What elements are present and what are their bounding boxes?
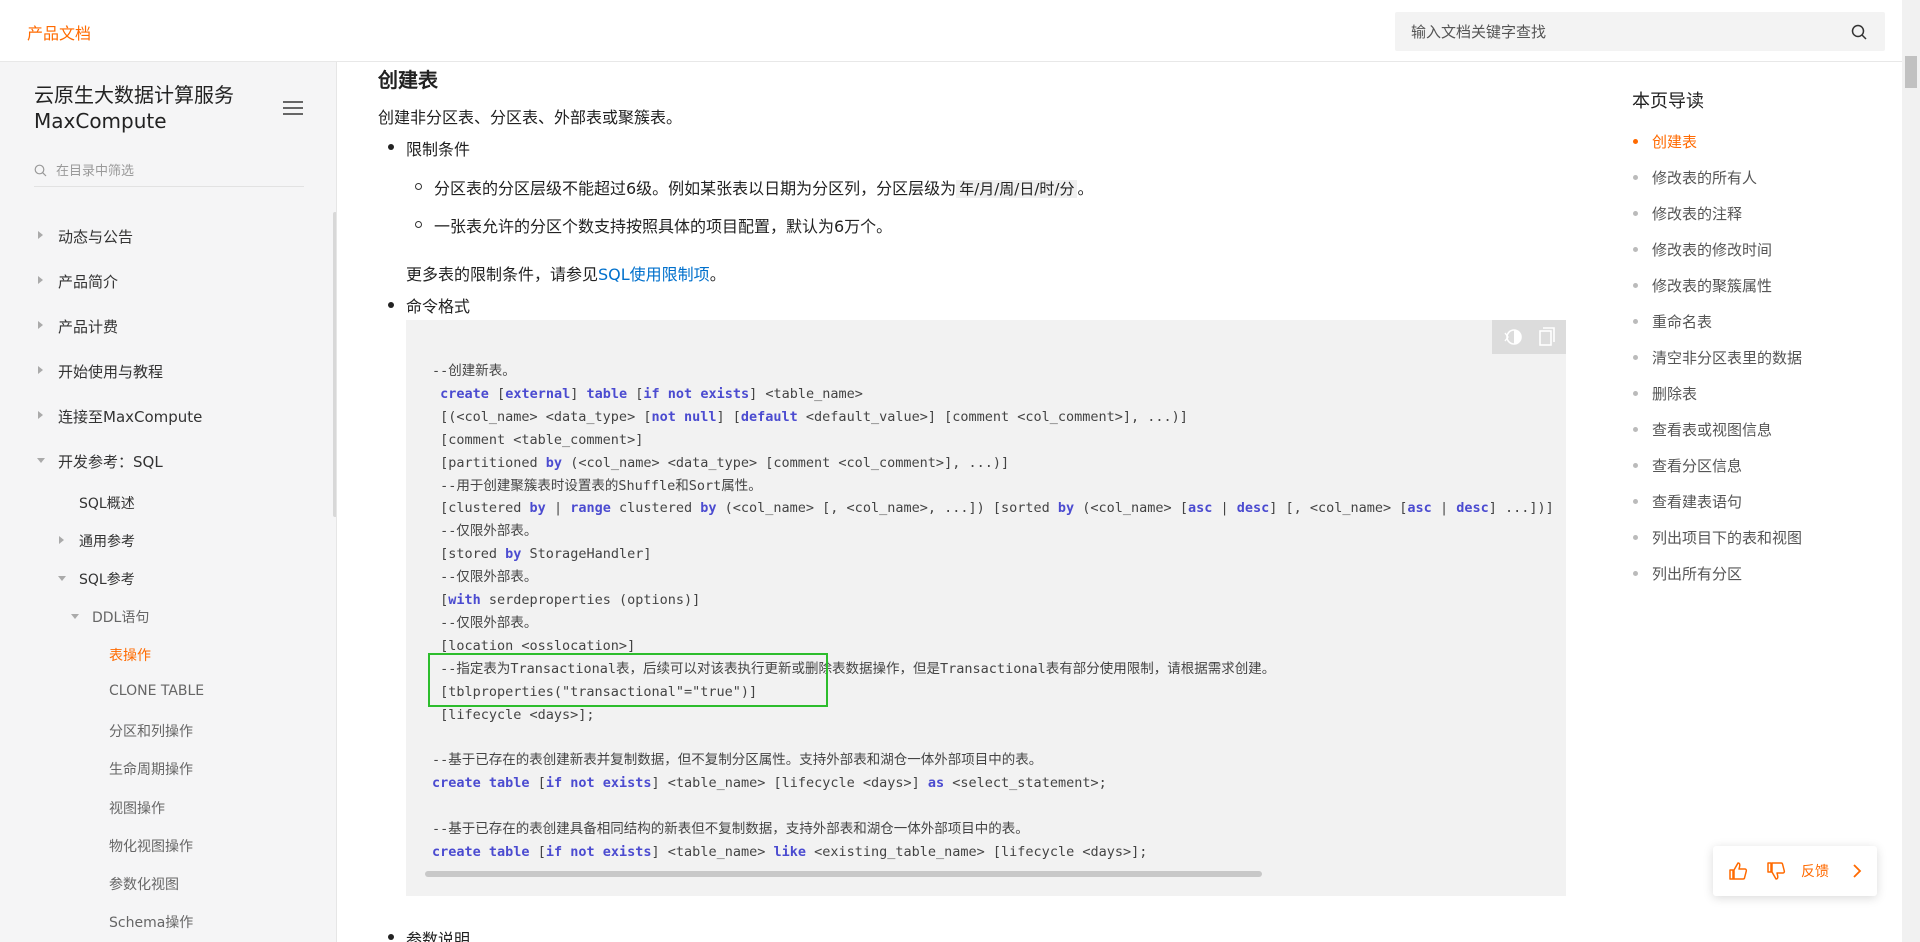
sidebar-item-connect[interactable]: 连接至MaxCompute	[38, 406, 202, 427]
product-docs-link[interactable]: 产品文档	[27, 20, 91, 44]
sidebar-item-partition-column[interactable]: 分区和列操作	[109, 721, 193, 741]
sql-code: --创建新表。 create [external] table [if not …	[432, 363, 1552, 861]
scrollbar-thumb[interactable]	[1905, 56, 1917, 88]
sidebar-scrollbar[interactable]	[333, 212, 336, 517]
toc-item-change-comment[interactable]: 修改表的注释	[1632, 203, 1742, 224]
chevron-right-icon	[38, 231, 43, 239]
sub-bullet	[415, 183, 422, 190]
code-toolbar	[1492, 320, 1566, 354]
limit-item-2: 一张表允许的分区个数支持按照具体的项目配置，默认为6万个。	[434, 217, 893, 236]
page-toc: 本页导读 创建表 修改表的所有人 修改表的注释 修改表的修改时间 修改表的聚簇属…	[1608, 62, 1902, 942]
bullet-dot	[388, 302, 394, 308]
sidebar-item-common-reference[interactable]: 通用参考	[59, 531, 135, 551]
chevron-right-icon	[38, 411, 43, 419]
theme-toggle-icon[interactable]	[1502, 327, 1524, 347]
main-content: 创建表 创建非分区表、分区表、外部表或聚簇表。 限制条件 分区表的分区层级不能超…	[338, 62, 1608, 942]
copy-icon[interactable]	[1538, 327, 1556, 347]
sidebar-item-mview-ops[interactable]: 物化视图操作	[109, 836, 193, 856]
chevron-down-icon	[71, 614, 79, 619]
search-icon	[34, 164, 47, 177]
sidebar-item-sql-overview[interactable]: SQL概述	[79, 493, 135, 513]
toc-item-truncate[interactable]: 清空非分区表里的数据	[1632, 347, 1802, 368]
toc-item-list-partitions[interactable]: 列出所有分区	[1632, 563, 1742, 584]
more-limits: 更多表的限制条件，请参见SQL使用限制项。	[406, 265, 726, 284]
search-box	[1395, 12, 1885, 51]
toc-item-partition-info[interactable]: 查看分区信息	[1632, 455, 1742, 476]
feedback-widget: 反馈	[1713, 846, 1877, 896]
toc-title: 本页导读	[1632, 91, 1704, 112]
toc-item-list-tables[interactable]: 列出项目下的表和视图	[1632, 527, 1802, 548]
highlight-box	[428, 653, 828, 707]
sidebar-item-sql-reference[interactable]: 开发参考：SQL	[37, 451, 163, 472]
sidebar-item-clone-table[interactable]: CLONE TABLE	[109, 683, 204, 699]
sidebar-filter	[34, 157, 304, 187]
toc-item-show-create[interactable]: 查看建表语句	[1632, 491, 1742, 512]
sub-bullet	[415, 221, 422, 228]
code-block: --创建新表。 create [external] table [if not …	[406, 320, 1566, 896]
toc-item-change-owner[interactable]: 修改表的所有人	[1632, 167, 1757, 188]
toc-item-rename[interactable]: 重命名表	[1632, 311, 1712, 332]
toc-item-create-table[interactable]: 创建表	[1632, 131, 1697, 152]
sidebar-item-table-ops[interactable]: 表操作	[109, 645, 151, 665]
sql-limits-link[interactable]: SQL使用限制项	[598, 265, 710, 284]
toc-item-cluster-attr[interactable]: 修改表的聚簇属性	[1632, 275, 1772, 296]
chevron-down-icon	[37, 458, 45, 463]
limit-item-1: 分区表的分区层级不能超过6级。例如某张表以日期为分区列，分区层级为 年/月/周/日…	[434, 179, 1094, 198]
search-input[interactable]	[1411, 12, 1831, 51]
top-bar: 产品文档	[0, 0, 1902, 62]
bullet-dot	[388, 934, 394, 940]
page-scrollbar[interactable]	[1902, 0, 1920, 942]
sidebar-item-schema-ops[interactable]: Schema操作	[109, 912, 193, 932]
chevron-right-icon	[38, 366, 43, 374]
feedback-button[interactable]: 反馈	[1801, 861, 1829, 881]
chevron-right-icon	[59, 536, 64, 544]
bullet-params: 参数说明	[406, 930, 471, 942]
sidebar-item-param-view[interactable]: 参数化视图	[109, 874, 179, 894]
sidebar-item-lifecycle[interactable]: 生命周期操作	[109, 759, 193, 779]
bullet-dot	[388, 144, 394, 150]
menu-toggle-icon[interactable]	[283, 100, 303, 116]
chevron-right-icon	[38, 276, 43, 284]
toc-item-describe[interactable]: 查看表或视图信息	[1632, 419, 1772, 440]
sidebar-item-billing[interactable]: 产品计费	[38, 316, 118, 337]
toc-item-drop[interactable]: 删除表	[1632, 383, 1697, 404]
sidebar-item-getting-started[interactable]: 开始使用与教程	[38, 361, 163, 382]
sidebar-item-intro[interactable]: 产品简介	[38, 271, 118, 292]
chevron-right-icon[interactable]	[1849, 861, 1865, 881]
toc-item-change-time[interactable]: 修改表的修改时间	[1632, 239, 1772, 260]
search-icon[interactable]	[1851, 24, 1867, 40]
bullet-command-format: 命令格式	[406, 297, 471, 316]
code-horizontal-scrollbar[interactable]	[425, 871, 1262, 877]
page-title: 创建表	[378, 68, 438, 92]
sidebar-item-view-ops[interactable]: 视图操作	[109, 798, 165, 818]
sidebar-filter-input[interactable]	[56, 159, 296, 183]
sidebar-item-sql-ref[interactable]: SQL参考	[58, 569, 135, 589]
bullet-limits: 限制条件	[406, 140, 471, 159]
intro-text: 创建非分区表、分区表、外部表或聚簇表。	[378, 108, 683, 127]
sidebar-item-ddl[interactable]: DDL语句	[71, 607, 149, 627]
chevron-down-icon	[58, 576, 66, 581]
thumbs-up-icon[interactable]	[1727, 860, 1749, 882]
sidebar-item-news[interactable]: 动态与公告	[38, 226, 133, 247]
chevron-right-icon	[38, 321, 43, 329]
sidebar: 云原生大数据计算服务 MaxCompute 动态与公告 产品简介 产品计费 开始…	[0, 62, 337, 942]
sidebar-title: 云原生大数据计算服务 MaxCompute	[34, 83, 234, 133]
thumbs-down-icon[interactable]	[1765, 860, 1787, 882]
